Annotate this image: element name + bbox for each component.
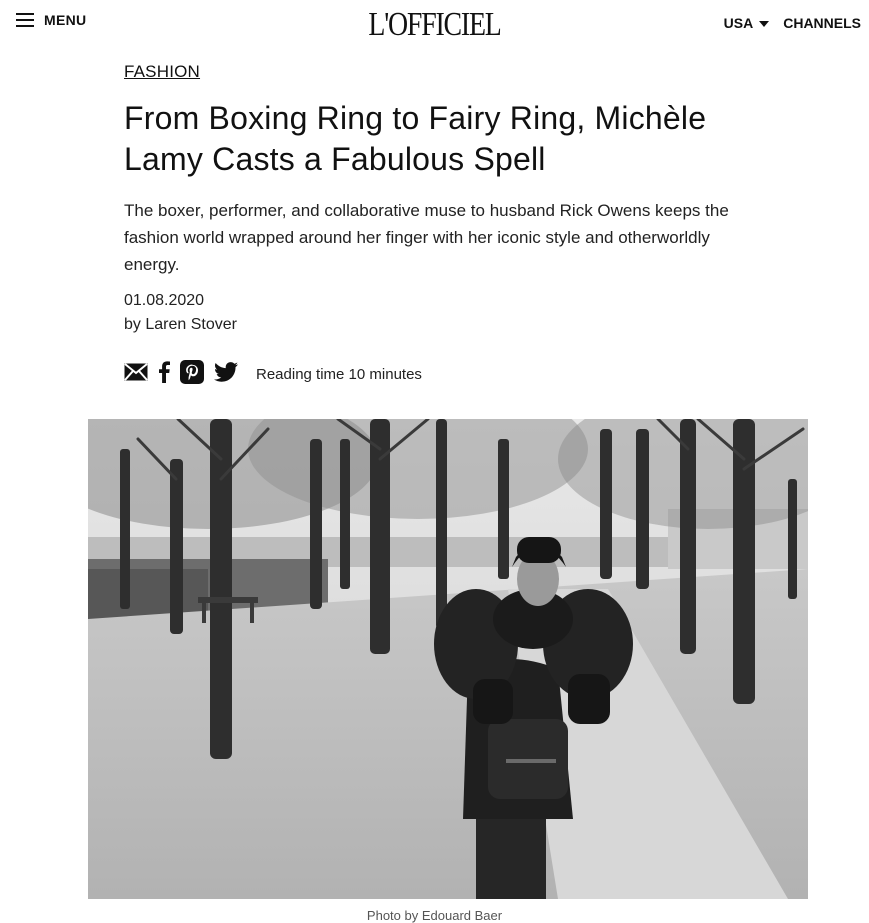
park-photo	[88, 419, 808, 899]
menu-button[interactable]: MENU	[16, 12, 86, 28]
email-icon[interactable]	[124, 363, 148, 381]
pinterest-icon[interactable]	[180, 360, 204, 384]
hero-image	[88, 419, 808, 899]
category-link[interactable]: FASHION	[124, 62, 200, 82]
site-header: MENU L'OFFICIEL USA CHANNELS	[0, 0, 869, 52]
article-title: From Boxing Ring to Fairy Ring, Michèle …	[124, 100, 707, 177]
article-dek: The boxer, performer, and collaborative …	[124, 201, 729, 274]
region-label: USA	[723, 15, 754, 31]
region-selector[interactable]: USA	[724, 15, 770, 31]
caret-down-icon	[759, 21, 770, 27]
twitter-icon[interactable]	[214, 362, 238, 382]
article-header: FASHION From Boxing Ring to Fairy Ring, …	[124, 62, 764, 384]
site-logo[interactable]: L'OFFICIEL	[78, 6, 791, 44]
share-bar: Reading time 10 minutes	[124, 360, 764, 384]
photo-caption: Photo by Edouard Baer	[366, 908, 503, 923]
publish-date: 01.08.2020	[124, 292, 205, 309]
channels-link[interactable]: CHANNELS	[783, 15, 861, 31]
facebook-icon[interactable]	[158, 361, 170, 383]
hamburger-icon	[16, 12, 34, 28]
author-byline: by Laren Stover	[124, 316, 237, 333]
header-actions: USA CHANNELS	[724, 15, 861, 31]
reading-time: Reading time 10 minutes	[256, 365, 422, 383]
